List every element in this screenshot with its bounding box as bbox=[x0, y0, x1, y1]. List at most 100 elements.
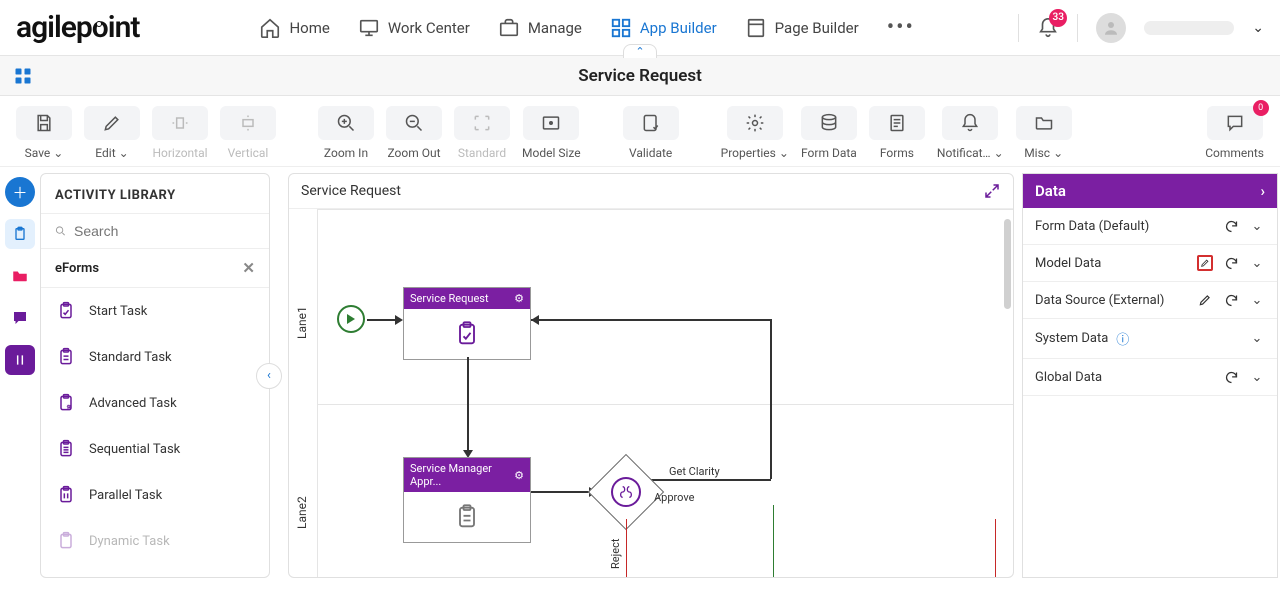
chat-icon bbox=[1225, 113, 1245, 133]
tool-notifications[interactable]: Notificat…⌄ bbox=[937, 106, 1004, 160]
tool-form-data[interactable]: Form Data bbox=[801, 106, 857, 160]
nav-more[interactable]: ••• bbox=[887, 15, 915, 40]
lib-item-dynamic-task[interactable]: Dynamic Task bbox=[41, 518, 269, 564]
refresh-icon[interactable] bbox=[1223, 369, 1239, 385]
chevron-down-icon[interactable]: ⌄ bbox=[1249, 369, 1265, 385]
monitor-icon bbox=[358, 17, 380, 39]
page-title: Service Request bbox=[578, 66, 702, 86]
chevron-down-icon[interactable]: ⌄ bbox=[1249, 331, 1265, 347]
clipboard-parallel-icon bbox=[55, 484, 77, 506]
edit-icon[interactable] bbox=[1197, 292, 1213, 308]
home-icon bbox=[259, 17, 281, 39]
condition-reject: Reject bbox=[609, 539, 622, 569]
data-row-data-source[interactable]: Data Source (External) ⌄ bbox=[1023, 282, 1277, 319]
start-node[interactable] bbox=[337, 305, 365, 333]
lane-divider bbox=[317, 404, 1013, 405]
tool-standard[interactable]: Standard bbox=[454, 106, 510, 160]
data-panel-header[interactable]: Data › bbox=[1023, 174, 1277, 208]
gear-icon[interactable]: ⚙ bbox=[514, 469, 524, 482]
data-row-model-data[interactable]: Model Data ⌄ bbox=[1023, 245, 1277, 282]
nav-home[interactable]: Home bbox=[259, 17, 329, 39]
refresh-icon[interactable] bbox=[1223, 292, 1239, 308]
align-vertical-icon bbox=[238, 113, 258, 133]
library-search[interactable] bbox=[41, 213, 269, 249]
rail-columns-button[interactable] bbox=[5, 345, 35, 375]
nav-page-builder[interactable]: Page Builder bbox=[745, 17, 859, 39]
tool-properties[interactable]: Properties⌄ bbox=[721, 106, 789, 160]
fit-standard-icon bbox=[472, 113, 492, 133]
user-icon bbox=[1102, 19, 1120, 37]
lib-item-start-task[interactable]: Start Task bbox=[41, 288, 269, 334]
process-canvas: Service Request Lane1 Lane2 Service Requ… bbox=[288, 173, 1014, 578]
condition-get-clarity: Get Clarity bbox=[669, 465, 720, 478]
refresh-icon[interactable] bbox=[1223, 255, 1239, 271]
tool-misc[interactable]: Misc⌄ bbox=[1016, 106, 1072, 160]
clipboard-list-icon bbox=[55, 438, 77, 460]
nav-label: Manage bbox=[528, 19, 582, 37]
canvas-area[interactable]: Lane1 Lane2 Service Request⚙ bbox=[289, 209, 1013, 577]
clipboard-check-icon bbox=[55, 300, 77, 322]
tool-edit[interactable]: Edit⌄ bbox=[84, 106, 140, 160]
data-row-system-data[interactable]: System Data ⓘ ⌄ bbox=[1023, 319, 1277, 359]
avatar[interactable] bbox=[1096, 13, 1126, 43]
tool-zoom-in[interactable]: Zoom In bbox=[318, 106, 374, 160]
tool-save[interactable]: Save⌄ bbox=[16, 106, 72, 160]
tool-model-size[interactable]: Model Size bbox=[522, 106, 581, 160]
arrowhead-icon bbox=[395, 315, 403, 325]
divider bbox=[1077, 14, 1078, 42]
rail-add-button[interactable]: ＋ bbox=[5, 177, 35, 207]
tool-horizontal[interactable]: Horizontal bbox=[152, 106, 208, 160]
clipboard-check-icon bbox=[453, 320, 481, 348]
node-service-request[interactable]: Service Request⚙ bbox=[403, 287, 531, 360]
chevron-down-icon: ⌄ bbox=[994, 146, 1004, 160]
rail-chat-button[interactable] bbox=[5, 303, 35, 333]
flow-edge-reject bbox=[626, 519, 996, 577]
chevron-down-icon[interactable]: ⌄ bbox=[1249, 255, 1265, 271]
gear-icon[interactable]: ⚙ bbox=[514, 292, 524, 305]
toolbar: Save⌄ Edit⌄ Horizontal Vertical Zoom In … bbox=[0, 96, 1280, 167]
node-service-manager[interactable]: Service Manager Appr...⚙ bbox=[403, 457, 531, 543]
notifications-button[interactable]: 33 bbox=[1037, 17, 1059, 39]
nav-manage[interactable]: Manage bbox=[498, 17, 582, 39]
expand-icon[interactable] bbox=[983, 182, 1001, 200]
nav-app-builder[interactable]: App Builder bbox=[610, 17, 717, 39]
tool-zoom-out[interactable]: Zoom Out bbox=[386, 106, 442, 160]
data-panel: Data › Form Data (Default) ⌄ Model Data … bbox=[1022, 173, 1278, 578]
rail-clipboard-button[interactable] bbox=[5, 219, 35, 249]
library-section-eforms[interactable]: eForms ✕ bbox=[41, 249, 269, 288]
zoom-out-icon bbox=[404, 113, 424, 133]
info-icon[interactable]: ⓘ bbox=[1116, 329, 1129, 348]
edit-icon[interactable] bbox=[1197, 255, 1213, 271]
chevron-down-icon: ⌄ bbox=[1053, 146, 1063, 160]
refresh-icon[interactable] bbox=[1223, 218, 1239, 234]
lib-item-parallel-task[interactable]: Parallel Task bbox=[41, 472, 269, 518]
flow-edge bbox=[467, 357, 469, 452]
lib-item-sequential-task[interactable]: Sequential Task bbox=[41, 426, 269, 472]
collapse-header-tab[interactable]: ⌃ bbox=[623, 44, 657, 58]
lib-item-advanced-task[interactable]: Advanced Task bbox=[41, 380, 269, 426]
tool-comments[interactable]: Comments bbox=[1205, 106, 1264, 160]
flow-edge bbox=[649, 479, 771, 481]
tool-validate[interactable]: Validate bbox=[623, 106, 679, 160]
briefcase-icon bbox=[498, 17, 520, 39]
scrollbar[interactable] bbox=[1004, 219, 1011, 309]
data-row-global-data[interactable]: Global Data ⌄ bbox=[1023, 359, 1277, 396]
tool-forms[interactable]: Forms bbox=[869, 106, 925, 160]
divider bbox=[1018, 14, 1019, 42]
close-icon[interactable]: ✕ bbox=[242, 259, 255, 277]
nav-work-center[interactable]: Work Center bbox=[358, 17, 470, 39]
left-rail: ＋ bbox=[0, 167, 40, 584]
workspace: ＋ ACTIVITY LIBRARY eForms ✕ Start Task bbox=[0, 167, 1280, 584]
tool-vertical[interactable]: Vertical bbox=[220, 106, 276, 160]
chevron-down-icon[interactable]: ⌄ bbox=[1252, 20, 1264, 36]
save-icon bbox=[34, 113, 54, 133]
rail-folder-button[interactable] bbox=[5, 261, 35, 291]
lib-item-standard-task[interactable]: Standard Task bbox=[41, 334, 269, 380]
data-row-form-data[interactable]: Form Data (Default) ⌄ bbox=[1023, 208, 1277, 245]
lane-label: Lane2 bbox=[295, 496, 309, 529]
collapse-library-button[interactable]: ‹ bbox=[256, 363, 282, 389]
search-input[interactable] bbox=[74, 223, 255, 239]
chevron-down-icon[interactable]: ⌄ bbox=[1249, 218, 1265, 234]
chevron-down-icon[interactable]: ⌄ bbox=[1249, 292, 1265, 308]
apps-grid-icon[interactable] bbox=[14, 67, 32, 85]
